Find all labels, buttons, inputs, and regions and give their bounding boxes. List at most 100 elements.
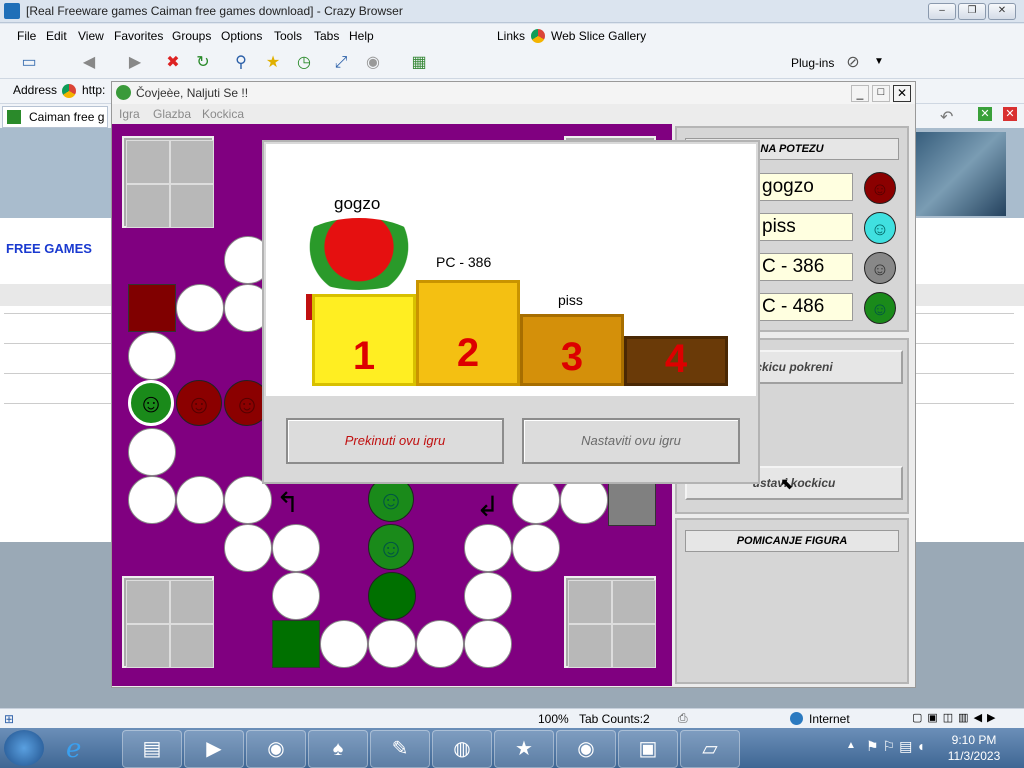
- rss-icon[interactable]: ◉: [362, 52, 384, 74]
- podium-step-2: 2: [416, 280, 520, 386]
- player-name-1: gogzo: [757, 173, 853, 201]
- menu-help[interactable]: Help: [349, 29, 374, 43]
- close-button[interactable]: ✕: [988, 3, 1016, 20]
- tray-icons[interactable]: ⚑⚐▤◖: [866, 738, 929, 755]
- board-field[interactable]: [464, 620, 512, 668]
- quit-game-button[interactable]: Prekinuti ovu igru: [286, 418, 504, 464]
- board-field[interactable]: [128, 428, 176, 476]
- minimize-button[interactable]: –: [928, 3, 956, 20]
- board-field[interactable]: [320, 620, 368, 668]
- window-title: [Real Freeware games Caiman free games d…: [26, 4, 403, 18]
- window-layout-icons[interactable]: ▢▣◫▥◀▶: [912, 711, 1001, 724]
- board-field[interactable]: [176, 284, 224, 332]
- speaker-taskbar-icon[interactable]: ◍: [432, 730, 492, 768]
- home-base-red: [122, 136, 214, 228]
- board-field[interactable]: [416, 620, 464, 668]
- menu-favorites[interactable]: Favorites: [114, 29, 163, 43]
- fullscreen-icon[interactable]: ⤢: [330, 52, 352, 74]
- board-field[interactable]: [464, 572, 512, 620]
- tray-expand-icon[interactable]: ▲: [846, 740, 856, 751]
- chrome-icon: [531, 29, 545, 43]
- second-place-name: PC - 386: [436, 254, 492, 270]
- game-close-button[interactable]: ✕: [893, 85, 911, 102]
- new-page-icon[interactable]: ▭: [18, 52, 40, 74]
- notepad-taskbar-icon[interactable]: ▱: [680, 730, 740, 768]
- game-menu-glazba[interactable]: Glazba: [153, 107, 191, 121]
- app-icon: [4, 3, 20, 19]
- game-menu-igra[interactable]: Igra: [119, 107, 140, 121]
- menu-groups[interactable]: Groups: [172, 29, 211, 43]
- podium-step-3: 3: [520, 314, 624, 386]
- game-app-icon: [116, 85, 131, 100]
- search-icon[interactable]: ⚲: [230, 52, 252, 74]
- menu-tabs[interactable]: Tabs: [314, 29, 339, 43]
- page-status-icon: ⊞: [4, 712, 15, 726]
- free-games-link[interactable]: FREE GAMES: [6, 241, 92, 256]
- security-zone: Internet: [809, 712, 850, 726]
- winner-wreath-icon: [290, 218, 428, 290]
- media-player-taskbar-icon[interactable]: ▶: [184, 730, 244, 768]
- links-label[interactable]: Links: [497, 29, 525, 43]
- player-2-smiley-icon: ☺: [864, 212, 896, 244]
- menu-view[interactable]: View: [78, 29, 104, 43]
- board-field[interactable]: [176, 476, 224, 524]
- undo-icon[interactable]: ↶: [940, 107, 953, 127]
- ie-icon[interactable]: ℯ: [66, 733, 81, 764]
- direction-arrow-icon: ↰: [276, 487, 300, 518]
- window-taskbar-icon[interactable]: ▣: [618, 730, 678, 768]
- board-field[interactable]: [272, 572, 320, 620]
- browser-titlebar: [Real Freeware games Caiman free games d…: [0, 0, 1024, 23]
- menu-file[interactable]: File: [17, 29, 36, 43]
- board-field[interactable]: [224, 524, 272, 572]
- plugins-dropdown-icon[interactable]: ▼: [874, 56, 884, 67]
- player-3-smiley-icon: ☺: [864, 252, 896, 284]
- direction-arrow-icon: ↲: [476, 491, 500, 522]
- back-icon[interactable]: ◀: [78, 52, 100, 74]
- board-field[interactable]: [464, 524, 512, 572]
- podium-step-4: 4: [624, 336, 728, 386]
- zoom-level[interactable]: 100%: [538, 712, 569, 726]
- game-menu-kockica[interactable]: Kockica: [202, 107, 244, 121]
- green-piece[interactable]: ☺: [128, 380, 174, 426]
- favorites-icon[interactable]: ★: [262, 52, 284, 74]
- menu-options[interactable]: Options: [221, 29, 262, 43]
- continue-game-button[interactable]: Nastaviti ovu igru: [522, 418, 740, 464]
- moving-panel-title: POMICANJE FIGURA: [685, 530, 899, 552]
- board-field[interactable]: [512, 524, 560, 572]
- menu-edit[interactable]: Edit: [46, 29, 67, 43]
- web-slice-gallery-link[interactable]: Web Slice Gallery: [551, 29, 646, 43]
- refresh-icon[interactable]: ↻: [192, 52, 214, 74]
- plugins-label[interactable]: Plug-ins: [791, 56, 834, 70]
- printer-icon[interactable]: ⎙: [678, 711, 688, 726]
- plugins-icon[interactable]: ⊘: [842, 52, 864, 74]
- chrome-taskbar-icon[interactable]: ◉: [246, 730, 306, 768]
- board-field[interactable]: [368, 620, 416, 668]
- board-field[interactable]: [128, 476, 176, 524]
- game-minimize-button[interactable]: _: [851, 85, 869, 102]
- green-x-icon[interactable]: ✕: [978, 107, 992, 121]
- solitaire-taskbar-icon[interactable]: ♠: [308, 730, 368, 768]
- clock-date[interactable]: 11/3/2023: [944, 749, 1004, 763]
- chrome-taskbar-icon-2[interactable]: ◉: [556, 730, 616, 768]
- game-maximize-button[interactable]: □: [872, 85, 890, 102]
- menu-tools[interactable]: Tools: [274, 29, 302, 43]
- chrome-icon: [62, 84, 76, 98]
- paint-taskbar-icon[interactable]: ✎: [370, 730, 430, 768]
- history-icon[interactable]: ◷: [293, 52, 315, 74]
- stop-icon[interactable]: ✖: [162, 52, 184, 74]
- green-piece[interactable]: ☺: [368, 524, 414, 570]
- image-icon[interactable]: ▦: [408, 52, 430, 74]
- clock-time[interactable]: 9:10 PM: [944, 733, 1004, 747]
- star-app-taskbar-icon[interactable]: ★: [494, 730, 554, 768]
- red-x-icon[interactable]: ✕: [1003, 107, 1017, 121]
- maximize-button[interactable]: ❐: [958, 3, 986, 20]
- address-input[interactable]: http:: [82, 83, 105, 97]
- results-dialog: gogzo 1 2 3 4 PC - 386 piss Prekinuti ov…: [262, 140, 760, 484]
- red-piece[interactable]: ☺: [176, 380, 222, 426]
- forward-icon[interactable]: ▶: [124, 52, 146, 74]
- start-button[interactable]: [4, 730, 44, 766]
- board-field[interactable]: [128, 332, 176, 380]
- browser-tab[interactable]: Caiman free g: [2, 106, 108, 128]
- explorer-taskbar-icon[interactable]: ▤: [122, 730, 182, 768]
- board-field[interactable]: [272, 524, 320, 572]
